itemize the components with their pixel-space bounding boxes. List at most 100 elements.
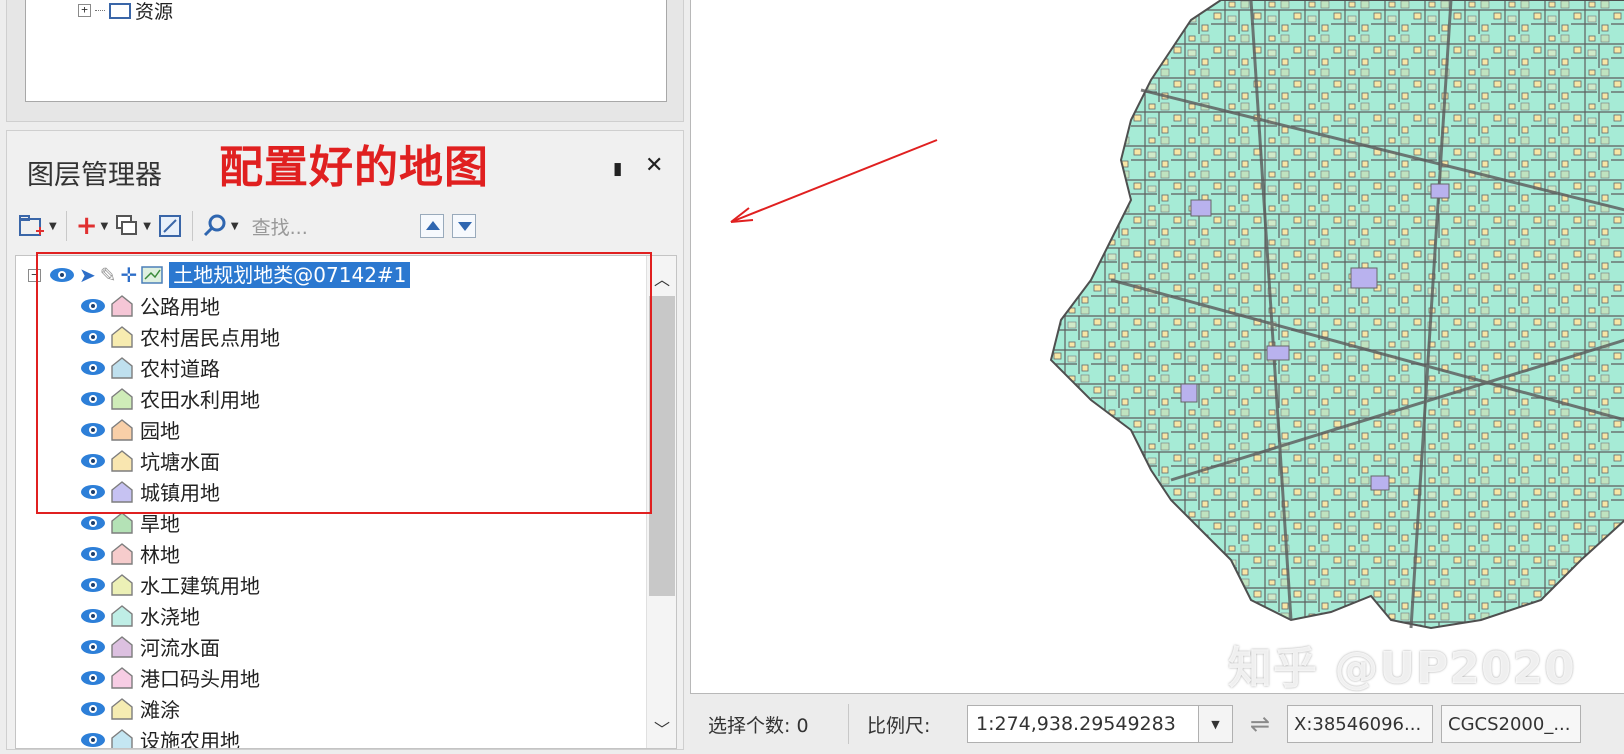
sublayer-label: 坑塘水面	[140, 450, 220, 474]
layer-toolbar: ▼ + ▼ ▼ ▼ 查找...	[15, 205, 677, 247]
editable-pencil-icon[interactable]: ✎	[100, 263, 117, 287]
selectable-cursor-icon[interactable]: ➤	[79, 263, 96, 287]
visibility-eye-icon[interactable]	[80, 639, 106, 655]
visibility-eye-icon[interactable]	[80, 391, 106, 407]
toolbar-divider	[191, 211, 193, 241]
search-input[interactable]: 查找...	[252, 213, 412, 240]
panel-title: 图层管理器	[27, 160, 162, 191]
scale-dropdown-button[interactable]: ▼	[1199, 705, 1233, 743]
visibility-eye-icon[interactable]	[80, 298, 106, 314]
visibility-eye-icon[interactable]	[80, 453, 106, 469]
sublayer-label: 设施农用地	[140, 729, 240, 749]
sublayer-row[interactable]: 河流水面	[80, 631, 280, 662]
sublayer-row[interactable]: 园地	[80, 414, 280, 445]
selection-count: 选择个数: 0	[708, 714, 809, 737]
visibility-eye-icon[interactable]	[80, 515, 106, 531]
sublayer-label: 城镇用地	[140, 481, 220, 505]
chevron-up-icon[interactable]: ︿	[654, 266, 670, 290]
crs-selector[interactable]: CGCS2000_...	[1441, 705, 1581, 743]
tree-connector	[95, 10, 105, 11]
sublayer-row[interactable]: 农村道路	[80, 352, 280, 383]
plus-icon: +	[75, 211, 98, 241]
visibility-eye-icon[interactable]	[80, 422, 106, 438]
root-layer-row[interactable]: − ➤ ✎ ✛ 土地规划地类@07142#1	[28, 260, 411, 290]
extent-icon	[158, 215, 181, 237]
close-icon[interactable]: ✕	[645, 153, 663, 178]
sublayer-label: 港口码头用地	[140, 667, 260, 691]
resources-node[interactable]: + 资源	[78, 0, 173, 24]
sublayer-row[interactable]: 林地	[80, 538, 280, 569]
add-data-button[interactable]: ▼	[15, 210, 60, 242]
polygon-symbol-icon	[111, 666, 133, 689]
move-up-button[interactable]	[419, 214, 444, 238]
map-canvas[interactable]	[691, 0, 1624, 694]
toolbar-divider	[65, 211, 67, 241]
sublayer-row[interactable]: 港口码头用地	[80, 662, 280, 693]
collapse-icon[interactable]: −	[28, 268, 41, 282]
coordinate-readout: X:38546096...	[1287, 705, 1433, 743]
polygon-symbol-icon	[111, 325, 133, 348]
visibility-eye-icon[interactable]	[80, 732, 106, 748]
chevron-down-icon[interactable]: ▼	[231, 221, 239, 232]
app-window: + 资源 图层管理器 配置好的地图 ▮ ✕ ▼ + ▼ ▼ ▼ 查找... − …	[0, 0, 1624, 754]
map-view[interactable]	[690, 0, 1624, 694]
swap-arrows-icon[interactable]: ⇌	[1233, 710, 1287, 738]
sublayer-label: 滩涂	[140, 698, 180, 722]
sublayer-row[interactable]: 旱地	[80, 507, 280, 538]
chevron-down-icon[interactable]: ﹀	[654, 716, 670, 740]
watermark: 知乎 @UP2020	[1228, 643, 1576, 694]
scale-input[interactable]: 1:274,938.29549283	[967, 705, 1199, 743]
visibility-eye-icon[interactable]	[80, 608, 106, 624]
vertical-scrollbar[interactable]: ︿ ﹀	[646, 256, 676, 748]
polygon-symbol-icon	[111, 387, 133, 410]
visibility-eye-icon[interactable]	[80, 701, 106, 717]
visibility-eye-icon[interactable]	[80, 484, 106, 500]
sublayer-label: 农村道路	[140, 357, 220, 381]
visibility-eye-icon[interactable]	[80, 577, 106, 593]
sublayer-row[interactable]: 水浇地	[80, 600, 280, 631]
layer-group-button[interactable]: ▼	[111, 210, 154, 242]
root-layer-label[interactable]: 土地规划地类@07142#1	[169, 262, 411, 288]
sublayer-label: 旱地	[140, 512, 180, 536]
visibility-eye-icon[interactable]	[49, 267, 75, 283]
full-extent-button[interactable]	[154, 210, 186, 242]
annotation-text: 配置好的地图	[219, 142, 489, 193]
sublayer-row[interactable]: 滩涂	[80, 693, 280, 724]
sublayer-label: 农田水利用地	[140, 388, 260, 412]
arrow-up-icon	[425, 221, 440, 230]
polygon-symbol-icon	[111, 697, 133, 720]
pin-icon[interactable]: ▮	[613, 159, 622, 179]
chevron-down-icon[interactable]: ▼	[49, 221, 57, 232]
chevron-down-icon[interactable]: ▼	[101, 221, 109, 232]
polygon-symbol-icon	[111, 418, 133, 441]
scrollbar-thumb[interactable]	[649, 296, 675, 596]
chevron-down-icon: ▼	[1211, 717, 1220, 731]
sublayer-row[interactable]: 水工建筑用地	[80, 569, 280, 600]
visibility-eye-icon[interactable]	[80, 329, 106, 345]
polygon-symbol-icon	[111, 356, 133, 379]
sublayer-label: 农村居民点用地	[140, 326, 280, 350]
snap-crosshair-icon[interactable]: ✛	[121, 263, 138, 287]
sublayer-row[interactable]: 农田水利用地	[80, 383, 280, 414]
add-layer-button[interactable]: + ▼	[73, 210, 112, 242]
sublayer-row[interactable]: 城镇用地	[80, 476, 280, 507]
expand-icon[interactable]: +	[78, 4, 91, 17]
visibility-eye-icon[interactable]	[80, 360, 106, 376]
status-bar: 选择个数: 0 比例尺: 1:274,938.29549283 ▼ ⇌ X:38…	[690, 694, 1624, 754]
folder-icon	[109, 2, 131, 19]
chevron-down-icon[interactable]: ▼	[143, 221, 151, 232]
visibility-eye-icon[interactable]	[80, 670, 106, 686]
layer-type-icon	[141, 266, 164, 284]
visibility-eye-icon[interactable]	[80, 546, 106, 562]
sublayer-row[interactable]: 公路用地	[80, 290, 280, 321]
sublayer-row[interactable]: 设施农用地	[80, 724, 280, 749]
polygon-symbol-icon	[111, 542, 133, 565]
polygon-symbol-icon	[111, 728, 133, 748]
sublayer-row[interactable]: 农村居民点用地	[80, 321, 280, 352]
sublayer-label: 园地	[140, 419, 180, 443]
sublayer-label: 水工建筑用地	[140, 574, 260, 598]
sublayer-row[interactable]: 坑塘水面	[80, 445, 280, 476]
search-button[interactable]: ▼	[199, 210, 242, 242]
resources-node-label: 资源	[135, 1, 174, 23]
move-down-button[interactable]	[451, 214, 476, 238]
